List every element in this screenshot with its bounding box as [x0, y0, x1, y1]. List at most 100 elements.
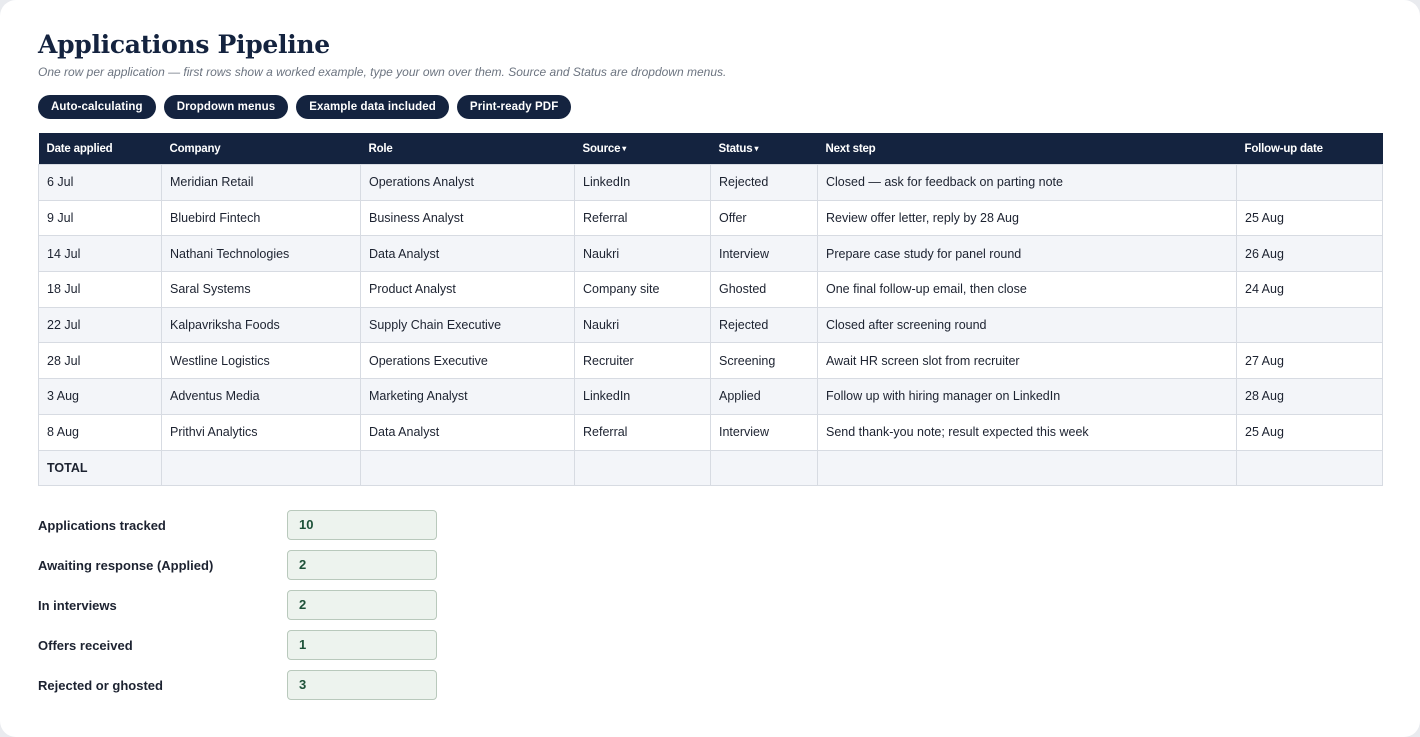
summary-label: Rejected or ghosted — [38, 677, 163, 693]
total-cell — [1236, 449, 1383, 487]
summary-value: 2 — [287, 590, 437, 621]
table-row: 6 Jul Meridian Retail Operations Analyst… — [38, 164, 1383, 201]
summary-value: 10 — [287, 510, 437, 541]
cell-follow-up[interactable]: 27 Aug — [1236, 342, 1383, 380]
cell-source-select[interactable]: Company site — [574, 271, 711, 308]
table-row: 22 Jul Kalpavriksha Foods Supply Chain E… — [38, 306, 1383, 344]
summary-applications-tracked: Applications tracked 10 — [38, 505, 1382, 545]
cell-source-select[interactable]: LinkedIn — [574, 164, 711, 201]
cell-follow-up[interactable] — [1236, 306, 1383, 344]
dropdown-caret-icon: ▾ — [754, 143, 759, 153]
cell-date[interactable]: 22 Jul — [38, 306, 162, 344]
cell-status-select[interactable]: Rejected — [710, 306, 818, 344]
feature-chips: Auto-calculating Dropdown menus Example … — [38, 95, 1382, 119]
col-follow-up-date: Follow-up date — [1236, 133, 1383, 165]
cell-next-step[interactable]: Closed after screening round — [817, 306, 1237, 344]
summary-label: Awaiting response (Applied) — [38, 557, 214, 573]
col-next-step: Next step — [817, 133, 1237, 165]
cell-role[interactable]: Operations Analyst — [360, 164, 575, 201]
cell-follow-up[interactable] — [1236, 164, 1383, 201]
summary-label: In interviews — [38, 597, 117, 613]
summary-awaiting-response: Awaiting response (Applied) 2 — [38, 545, 1382, 585]
summary-rejected-ghosted: Rejected or ghosted 3 — [38, 665, 1382, 705]
total-row: TOTAL — [38, 449, 1383, 487]
table-row: 9 Jul Bluebird Fintech Business Analyst … — [38, 199, 1383, 237]
cell-follow-up[interactable]: 26 Aug — [1236, 235, 1383, 273]
col-date-applied: Date applied — [38, 133, 162, 165]
cell-follow-up[interactable]: 25 Aug — [1236, 199, 1383, 237]
cell-date[interactable]: 8 Aug — [38, 413, 162, 451]
summary-label: Offers received — [38, 637, 133, 653]
col-status[interactable]: Status ▾ — [710, 133, 818, 165]
cell-follow-up[interactable]: 24 Aug — [1236, 271, 1383, 308]
cell-role[interactable]: Data Analyst — [360, 413, 575, 451]
cell-role[interactable]: Operations Executive — [360, 342, 575, 380]
cell-source-select[interactable]: LinkedIn — [574, 378, 711, 415]
summary-label: Applications tracked — [38, 517, 166, 533]
cell-company[interactable]: Adventus Media — [161, 378, 361, 415]
cell-source-select[interactable]: Naukri — [574, 235, 711, 273]
total-cell — [360, 449, 575, 487]
cell-status-select[interactable]: Ghosted — [710, 271, 818, 308]
cell-status-select[interactable]: Screening — [710, 342, 818, 380]
cell-role[interactable]: Data Analyst — [360, 235, 575, 273]
dropdown-caret-icon: ▾ — [622, 143, 627, 153]
cell-date[interactable]: 18 Jul — [38, 271, 162, 308]
col-company: Company — [161, 133, 361, 165]
cell-role[interactable]: Marketing Analyst — [360, 378, 575, 415]
cell-next-step[interactable]: Closed — ask for feedback on parting not… — [817, 164, 1237, 201]
cell-source-select[interactable]: Referral — [574, 413, 711, 451]
total-cell — [817, 449, 1237, 487]
cell-source-select[interactable]: Naukri — [574, 306, 711, 344]
summary-value: 2 — [287, 550, 437, 581]
chip-example-data: Example data included — [296, 95, 449, 119]
total-cell — [161, 449, 361, 487]
page-subtitle: One row per application — first rows sho… — [38, 65, 727, 79]
summary-value: 1 — [287, 630, 437, 661]
cell-next-step[interactable]: Prepare case study for panel round — [817, 235, 1237, 273]
cell-date[interactable]: 3 Aug — [38, 378, 162, 415]
cell-date[interactable]: 14 Jul — [38, 235, 162, 273]
cell-status-select[interactable]: Applied — [710, 378, 818, 415]
cell-role[interactable]: Business Analyst — [360, 199, 575, 237]
table-header-row: Date applied Company Role Source ▾ Status… — [38, 133, 1383, 165]
cell-source-select[interactable]: Recruiter — [574, 342, 711, 380]
cell-next-step[interactable]: One final follow-up email, then close — [817, 271, 1237, 308]
cell-status-select[interactable]: Interview — [710, 413, 818, 451]
table-row: 28 Jul Westline Logistics Operations Exe… — [38, 342, 1383, 380]
cell-company[interactable]: Prithvi Analytics — [161, 413, 361, 451]
total-cell — [574, 449, 711, 487]
cell-date[interactable]: 9 Jul — [38, 199, 162, 237]
cell-status-select[interactable]: Offer — [710, 199, 818, 237]
cell-follow-up[interactable]: 25 Aug — [1236, 413, 1383, 451]
cell-date[interactable]: 28 Jul — [38, 342, 162, 380]
cell-next-step[interactable]: Review offer letter, reply by 28 Aug — [817, 199, 1237, 237]
cell-company[interactable]: Bluebird Fintech — [161, 199, 361, 237]
chip-dropdown-menus: Dropdown menus — [163, 95, 289, 119]
total-label: TOTAL — [38, 449, 162, 487]
summary-panel: Applications tracked 10 Awaiting respons… — [38, 505, 1382, 705]
total-cell — [710, 449, 818, 487]
cell-company[interactable]: Nathani Technologies — [161, 235, 361, 273]
cell-role[interactable]: Supply Chain Executive — [360, 306, 575, 344]
cell-next-step[interactable]: Send thank-you note; result expected thi… — [817, 413, 1237, 451]
cell-next-step[interactable]: Follow up with hiring manager on LinkedI… — [817, 378, 1237, 415]
cell-status-select[interactable]: Rejected — [710, 164, 818, 201]
chip-print-ready: Print-ready PDF — [456, 95, 572, 119]
cell-next-step[interactable]: Await HR screen slot from recruiter — [817, 342, 1237, 380]
cell-company[interactable]: Meridian Retail — [161, 164, 361, 201]
col-role: Role — [360, 133, 575, 165]
cell-role[interactable]: Product Analyst — [360, 271, 575, 308]
applications-table: Date applied Company Role Source ▾ Status… — [38, 133, 1383, 487]
cell-status-select[interactable]: Interview — [710, 235, 818, 273]
table-row: 18 Jul Saral Systems Product Analyst Com… — [38, 271, 1383, 308]
summary-in-interviews: In interviews 2 — [38, 585, 1382, 625]
cell-date[interactable]: 6 Jul — [38, 164, 162, 201]
cell-company[interactable]: Westline Logistics — [161, 342, 361, 380]
cell-company[interactable]: Saral Systems — [161, 271, 361, 308]
cell-source-select[interactable]: Referral — [574, 199, 711, 237]
table-row: 8 Aug Prithvi Analytics Data Analyst Ref… — [38, 413, 1383, 451]
col-source[interactable]: Source ▾ — [574, 133, 711, 165]
cell-company[interactable]: Kalpavriksha Foods — [161, 306, 361, 344]
cell-follow-up[interactable]: 28 Aug — [1236, 378, 1383, 415]
